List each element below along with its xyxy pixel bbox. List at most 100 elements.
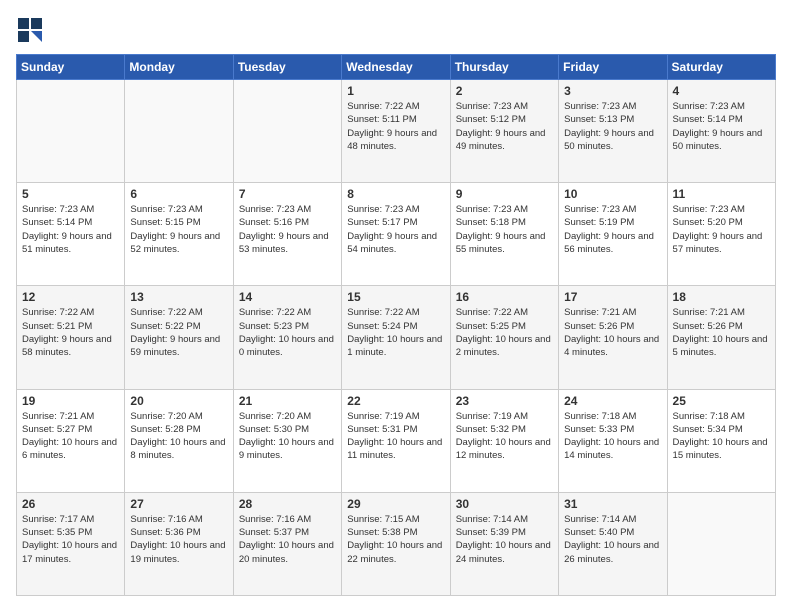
day-info-13: Sunrise: 7:22 AM Sunset: 5:22 PM Dayligh… (130, 306, 227, 359)
day-number-3: 3 (564, 84, 661, 98)
day-number-5: 5 (22, 187, 119, 201)
day-cell-21: 21 Sunrise: 7:20 AM Sunset: 5:30 PM Dayli… (233, 389, 341, 492)
day-info-24: Sunrise: 7:18 AM Sunset: 5:33 PM Dayligh… (564, 410, 661, 463)
day-info-3: Sunrise: 7:23 AM Sunset: 5:13 PM Dayligh… (564, 100, 661, 153)
day-info-25: Sunrise: 7:18 AM Sunset: 5:34 PM Dayligh… (673, 410, 770, 463)
day-cell-7: 7 Sunrise: 7:23 AM Sunset: 5:16 PM Daylig… (233, 183, 341, 286)
day-cell-4: 4 Sunrise: 7:23 AM Sunset: 5:14 PM Daylig… (667, 80, 775, 183)
weekday-header-tuesday: Tuesday (233, 55, 341, 80)
day-info-20: Sunrise: 7:20 AM Sunset: 5:28 PM Dayligh… (130, 410, 227, 463)
day-number-2: 2 (456, 84, 553, 98)
day-cell-15: 15 Sunrise: 7:22 AM Sunset: 5:24 PM Dayli… (342, 286, 450, 389)
week-row-2: 5Sunrise: 7:23 AM Sunset: 5:14 PM Daylig… (17, 183, 776, 286)
day-number-15: 15 (347, 290, 444, 304)
day-cell-1: 1 Sunrise: 7:22 AM Sunset: 5:11 PM Daylig… (342, 80, 450, 183)
day-number-28: 28 (239, 497, 336, 511)
day-number-30: 30 (456, 497, 553, 511)
day-info-27: Sunrise: 7:16 AM Sunset: 5:36 PM Dayligh… (130, 513, 227, 566)
weekday-header-saturday: Saturday (667, 55, 775, 80)
day-cell-10: 10Sunrise: 7:23 AM Sunset: 5:19 PM Dayli… (559, 183, 667, 286)
weekday-header-friday: Friday (559, 55, 667, 80)
day-cell-5: 5Sunrise: 7:23 AM Sunset: 5:14 PM Daylig… (17, 183, 125, 286)
day-info-15: Sunrise: 7:22 AM Sunset: 5:24 PM Dayligh… (347, 306, 444, 359)
week-row-4: 19 Sunrise: 7:21 AM Sunset: 5:27 PM Dayli… (17, 389, 776, 492)
empty-cell (17, 80, 125, 183)
day-number-23: 23 (456, 394, 553, 408)
day-number-21: 21 (239, 394, 336, 408)
day-info-31: Sunrise: 7:14 AM Sunset: 5:40 PM Dayligh… (564, 513, 661, 566)
day-cell-23: 23Sunrise: 7:19 AM Sunset: 5:32 PM Dayli… (450, 389, 558, 492)
day-number-16: 16 (456, 290, 553, 304)
day-number-24: 24 (564, 394, 661, 408)
day-cell-14: 14 Sunrise: 7:22 AM Sunset: 5:23 PM Dayli… (233, 286, 341, 389)
day-cell-25: 25 Sunrise: 7:18 AM Sunset: 5:34 PM Dayli… (667, 389, 775, 492)
weekday-header-wednesday: Wednesday (342, 55, 450, 80)
day-cell-27: 27 Sunrise: 7:16 AM Sunset: 5:36 PM Dayli… (125, 492, 233, 595)
day-info-6: Sunrise: 7:23 AM Sunset: 5:15 PM Dayligh… (130, 203, 227, 256)
day-cell-11: 11 Sunrise: 7:23 AM Sunset: 5:20 PM Dayli… (667, 183, 775, 286)
day-cell-22: 22 Sunrise: 7:19 AM Sunset: 5:31 PM Dayli… (342, 389, 450, 492)
day-cell-28: 28Sunrise: 7:16 AM Sunset: 5:37 PM Dayli… (233, 492, 341, 595)
logo-icon (16, 16, 44, 44)
day-cell-31: 31 Sunrise: 7:14 AM Sunset: 5:40 PM Dayli… (559, 492, 667, 595)
day-cell-6: 6 Sunrise: 7:23 AM Sunset: 5:15 PM Daylig… (125, 183, 233, 286)
day-number-19: 19 (22, 394, 119, 408)
day-info-7: Sunrise: 7:23 AM Sunset: 5:16 PM Dayligh… (239, 203, 336, 256)
day-info-9: Sunrise: 7:23 AM Sunset: 5:18 PM Dayligh… (456, 203, 553, 256)
day-cell-12: 12 Sunrise: 7:22 AM Sunset: 5:21 PM Dayli… (17, 286, 125, 389)
day-number-20: 20 (130, 394, 227, 408)
day-info-22: Sunrise: 7:19 AM Sunset: 5:31 PM Dayligh… (347, 410, 444, 463)
day-number-13: 13 (130, 290, 227, 304)
day-info-21: Sunrise: 7:20 AM Sunset: 5:30 PM Dayligh… (239, 410, 336, 463)
day-number-1: 1 (347, 84, 444, 98)
day-cell-30: 30 Sunrise: 7:14 AM Sunset: 5:39 PM Dayli… (450, 492, 558, 595)
day-info-17: Sunrise: 7:21 AM Sunset: 5:26 PM Dayligh… (564, 306, 661, 359)
day-info-29: Sunrise: 7:15 AM Sunset: 5:38 PM Dayligh… (347, 513, 444, 566)
day-number-18: 18 (673, 290, 770, 304)
day-info-11: Sunrise: 7:23 AM Sunset: 5:20 PM Dayligh… (673, 203, 770, 256)
day-cell-18: 18 Sunrise: 7:21 AM Sunset: 5:26 PM Dayli… (667, 286, 775, 389)
day-info-12: Sunrise: 7:22 AM Sunset: 5:21 PM Dayligh… (22, 306, 119, 359)
day-number-8: 8 (347, 187, 444, 201)
empty-cell (233, 80, 341, 183)
empty-cell (667, 492, 775, 595)
weekday-header-row: SundayMondayTuesdayWednesdayThursdayFrid… (17, 55, 776, 80)
day-cell-9: 9 Sunrise: 7:23 AM Sunset: 5:18 PM Daylig… (450, 183, 558, 286)
day-number-12: 12 (22, 290, 119, 304)
day-cell-17: 17 Sunrise: 7:21 AM Sunset: 5:26 PM Dayli… (559, 286, 667, 389)
day-number-14: 14 (239, 290, 336, 304)
day-info-14: Sunrise: 7:22 AM Sunset: 5:23 PM Dayligh… (239, 306, 336, 359)
day-cell-3: 3 Sunrise: 7:23 AM Sunset: 5:13 PM Daylig… (559, 80, 667, 183)
day-info-1: Sunrise: 7:22 AM Sunset: 5:11 PM Dayligh… (347, 100, 444, 153)
day-number-7: 7 (239, 187, 336, 201)
day-number-31: 31 (564, 497, 661, 511)
day-info-30: Sunrise: 7:14 AM Sunset: 5:39 PM Dayligh… (456, 513, 553, 566)
day-number-26: 26 (22, 497, 119, 511)
day-number-27: 27 (130, 497, 227, 511)
day-cell-20: 20 Sunrise: 7:20 AM Sunset: 5:28 PM Dayli… (125, 389, 233, 492)
week-row-1: 1 Sunrise: 7:22 AM Sunset: 5:11 PM Daylig… (17, 80, 776, 183)
day-cell-8: 8 Sunrise: 7:23 AM Sunset: 5:17 PM Daylig… (342, 183, 450, 286)
day-info-19: Sunrise: 7:21 AM Sunset: 5:27 PM Dayligh… (22, 410, 119, 463)
day-info-8: Sunrise: 7:23 AM Sunset: 5:17 PM Dayligh… (347, 203, 444, 256)
day-info-26: Sunrise: 7:17 AM Sunset: 5:35 PM Dayligh… (22, 513, 119, 566)
day-info-16: Sunrise: 7:22 AM Sunset: 5:25 PM Dayligh… (456, 306, 553, 359)
week-row-5: 26 Sunrise: 7:17 AM Sunset: 5:35 PM Dayli… (17, 492, 776, 595)
day-number-29: 29 (347, 497, 444, 511)
day-number-25: 25 (673, 394, 770, 408)
day-cell-13: 13 Sunrise: 7:22 AM Sunset: 5:22 PM Dayli… (125, 286, 233, 389)
page: SundayMondayTuesdayWednesdayThursdayFrid… (0, 0, 792, 612)
calendar-table: SundayMondayTuesdayWednesdayThursdayFrid… (16, 54, 776, 596)
day-number-6: 6 (130, 187, 227, 201)
day-info-4: Sunrise: 7:23 AM Sunset: 5:14 PM Dayligh… (673, 100, 770, 153)
day-number-11: 11 (673, 187, 770, 201)
day-cell-19: 19 Sunrise: 7:21 AM Sunset: 5:27 PM Dayli… (17, 389, 125, 492)
day-info-18: Sunrise: 7:21 AM Sunset: 5:26 PM Dayligh… (673, 306, 770, 359)
day-cell-29: 29 Sunrise: 7:15 AM Sunset: 5:38 PM Dayli… (342, 492, 450, 595)
day-number-4: 4 (673, 84, 770, 98)
empty-cell (125, 80, 233, 183)
day-info-10: Sunrise: 7:23 AM Sunset: 5:19 PM Dayligh… (564, 203, 661, 256)
day-number-9: 9 (456, 187, 553, 201)
day-number-17: 17 (564, 290, 661, 304)
day-number-22: 22 (347, 394, 444, 408)
